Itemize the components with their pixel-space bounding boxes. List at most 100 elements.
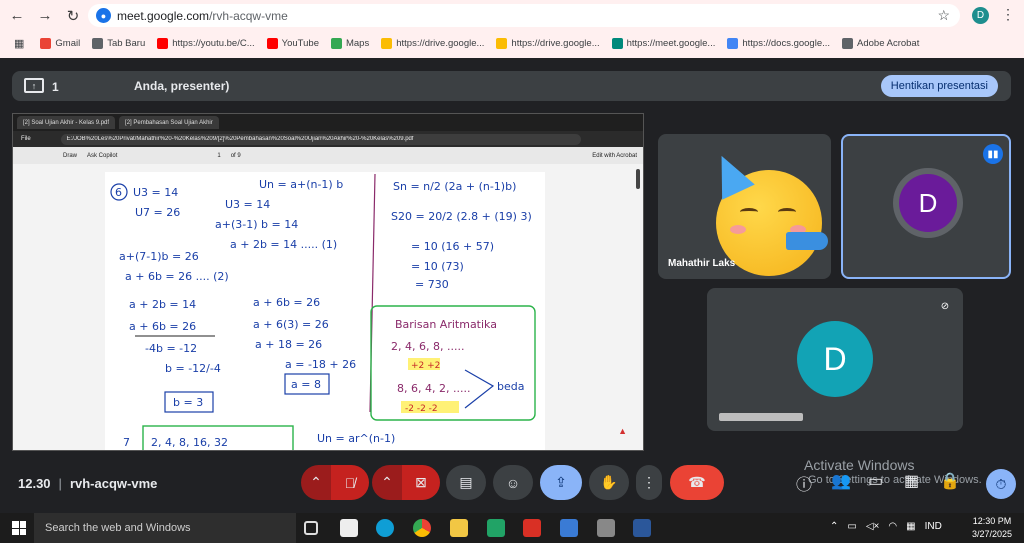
bookmark-docs[interactable]: https://docs.google... xyxy=(727,37,831,49)
site-info-icon[interactable]: ● xyxy=(96,8,111,23)
shared-file-label: File xyxy=(21,136,31,142)
keyboard-icon[interactable]: ▦ xyxy=(906,521,915,532)
store-icon[interactable] xyxy=(340,519,358,537)
meet-icon xyxy=(611,37,623,49)
video-options-chevron-icon[interactable]: ⌃ xyxy=(372,465,402,500)
chrome-icon[interactable] xyxy=(413,519,431,537)
shared-tab: [2] Soal Ujian Akhir - Kelas 9.pdf xyxy=(17,116,116,129)
url-path: /rvh-acqw-vme xyxy=(209,8,288,23)
address-bar[interactable]: ● meet.google.com/rvh-acqw-vme ☆ xyxy=(88,4,960,27)
back-icon[interactable]: ← xyxy=(6,5,28,27)
photos-icon[interactable] xyxy=(560,519,578,537)
mic-toggle-button[interactable]: 🎙̸ xyxy=(331,465,369,500)
raise-hand-button[interactable]: ✋ xyxy=(589,465,629,500)
bookmark-youtu-be[interactable]: https://youtu.be/C... xyxy=(157,37,255,49)
note-e1: a + 2b = 14 xyxy=(129,298,196,311)
bookmark-tab-baru[interactable]: Tab Baru xyxy=(92,37,145,49)
globe-icon xyxy=(92,37,104,49)
note-f5: a = 8 xyxy=(291,378,321,391)
volume-icon[interactable]: ◁× xyxy=(866,521,880,532)
bookmark-drive-1[interactable]: https://drive.google... xyxy=(381,37,484,49)
hand-icon: ✋ xyxy=(600,474,618,490)
taskbar-search[interactable]: Search the web and Windows xyxy=(34,513,296,543)
bookmark-meet[interactable]: https://meet.google... xyxy=(611,37,715,49)
clock-time: 12:30 PM xyxy=(972,516,1012,526)
wifi-icon[interactable]: ◠ xyxy=(888,521,897,532)
separator: | xyxy=(58,476,62,491)
bookmark-acrobat[interactable]: Adobe Acrobat xyxy=(842,37,919,49)
chat-icon[interactable]: ▭ xyxy=(868,471,883,491)
input-language[interactable]: IND xyxy=(925,521,942,532)
emoji-icon: ☺ xyxy=(505,474,521,491)
draw-tool: Draw xyxy=(63,152,78,159)
bookmark-gmail[interactable]: Gmail xyxy=(40,37,80,49)
edge-icon[interactable] xyxy=(376,519,394,537)
task-view-icon[interactable] xyxy=(304,521,318,535)
present-button[interactable]: ⇪ xyxy=(540,465,582,500)
participant-avatar: D xyxy=(797,321,873,397)
audio-options-chevron-icon[interactable]: ⌃ xyxy=(301,465,331,500)
activities-icon[interactable]: ▦ xyxy=(904,471,919,491)
youtube-icon xyxy=(157,37,169,49)
meeting-code: rvh-acqw-vme xyxy=(69,476,158,491)
host-controls-icon[interactable]: 🔒 xyxy=(940,471,960,491)
emoji-eye xyxy=(740,208,758,216)
note-f3: a + 18 = 26 xyxy=(255,338,322,351)
participant-tile-mahathir[interactable]: Mahathir Laks xyxy=(658,134,831,279)
note-q7-sequence: 2, 4, 8, 16, 32 xyxy=(151,436,228,449)
timer-button[interactable]: ⏱ xyxy=(986,469,1016,499)
captions-button[interactable]: ▤ xyxy=(446,465,486,500)
clock-date: 3/27/2025 xyxy=(971,529,1013,539)
reactions-button[interactable]: ☺ xyxy=(493,465,533,500)
file-explorer-icon[interactable] xyxy=(450,519,468,537)
forward-icon[interactable]: → xyxy=(34,5,56,27)
note-beda: beda xyxy=(497,380,524,393)
handwritten-notes: 6 U3 = 14 U7 = 26 a+(7-1)b = 26 a + 6b =… xyxy=(110,173,536,450)
bookmark-youtube[interactable]: YouTube xyxy=(266,37,319,49)
shared-scrollbar xyxy=(636,169,640,189)
apps-grid-icon[interactable]: ▦ xyxy=(14,37,24,50)
camera-toggle-button[interactable]: ⊠ xyxy=(402,465,440,500)
participant-tile-d-muted[interactable]: ⊘ D xyxy=(707,288,963,431)
note-f4: a = -18 + 26 xyxy=(285,358,356,371)
docs-icon xyxy=(727,37,739,49)
browser-menu-icon[interactable]: ⋮ xyxy=(1001,6,1015,23)
note-m2: U3 = 14 xyxy=(225,198,270,211)
app-icon[interactable] xyxy=(523,519,541,537)
note-box2-diff: -2 -2 -2 xyxy=(405,404,438,414)
gmail-icon xyxy=(40,37,52,49)
participant-tile-d-speaking[interactable]: ▮▮ D xyxy=(841,134,1011,279)
meeting-details-icon[interactable]: ⓘ xyxy=(796,471,812,495)
settings-icon[interactable] xyxy=(597,519,615,537)
show-hidden-icon[interactable]: ⌃ xyxy=(830,521,838,532)
battery-icon[interactable]: ▭ xyxy=(847,521,856,532)
shared-tab: [2] Pembahasan Soal Ujian Akhir xyxy=(119,116,219,129)
shared-path: E:/JOB%20Les%20Privat/Mahathir%20-%20Kel… xyxy=(60,133,581,145)
participant-name: Mahathir Laks xyxy=(668,258,736,269)
taskbar-clock[interactable]: 12:30 PM 3/27/2025 xyxy=(966,515,1018,541)
leave-call-button[interactable]: ☎ xyxy=(670,465,724,500)
note-r1: Sn = n/2 (2a + (n-1)b) xyxy=(393,180,516,193)
bookmark-drive-2[interactable]: https://drive.google... xyxy=(496,37,600,49)
bookmark-label: https://drive.google... xyxy=(511,37,600,49)
bookmark-star-icon[interactable]: ☆ xyxy=(937,7,950,24)
excel-icon[interactable] xyxy=(487,519,505,537)
more-options-button[interactable]: ⋮ xyxy=(636,465,662,500)
meeting-info: 12.30 | rvh-acqw-vme xyxy=(18,476,157,491)
bookmark-maps[interactable]: Maps xyxy=(330,37,369,49)
stop-presenting-button[interactable]: Hentikan presentasi xyxy=(880,75,998,97)
note-f2: a + 6(3) = 26 xyxy=(253,318,329,331)
word-icon[interactable] xyxy=(633,519,651,537)
mic-off-icon: 🎙̸ xyxy=(344,474,356,491)
captions-icon: ▤ xyxy=(459,474,473,490)
profile-avatar[interactable]: D xyxy=(972,7,989,24)
people-icon[interactable]: 👥 xyxy=(831,471,851,491)
bookmark-label: https://docs.google... xyxy=(742,37,831,49)
note-l4: a + 6b = 26 .... (2) xyxy=(125,270,229,283)
pdf-page: 6 U3 = 14 U7 = 26 a+(7-1)b = 26 a + 6b =… xyxy=(105,172,545,450)
end-call-icon: ☎ xyxy=(688,474,706,490)
reload-icon[interactable]: ↻ xyxy=(62,5,84,27)
party-hat-icon xyxy=(705,148,755,200)
windows-start-icon[interactable] xyxy=(12,521,26,535)
youtube-icon xyxy=(266,37,278,49)
